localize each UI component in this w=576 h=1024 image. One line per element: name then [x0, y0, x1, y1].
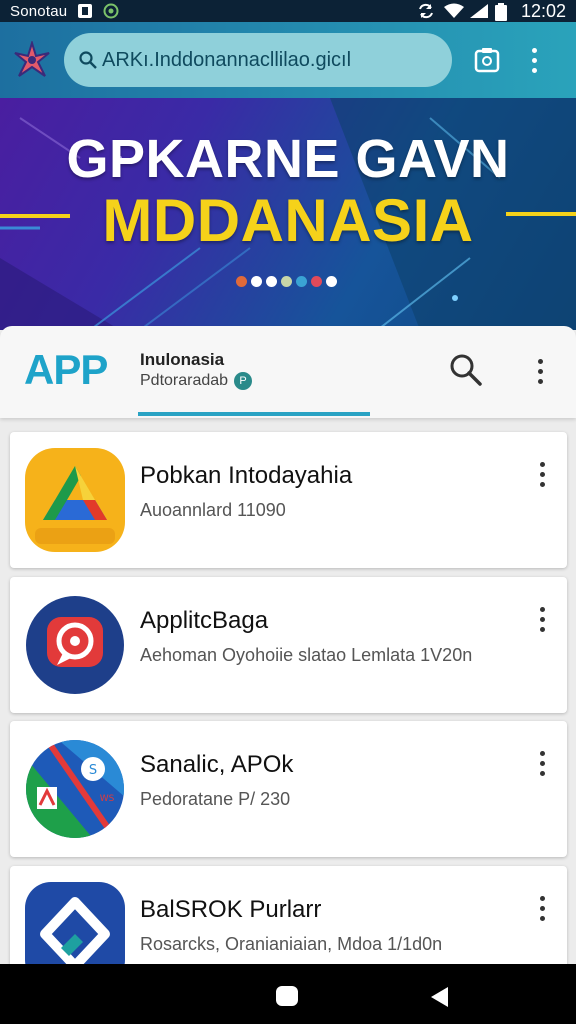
banner-title: GPKARNE GAVN: [66, 129, 510, 189]
promo-banner[interactable]: GPKARNE GAVN MDDANASIA: [0, 98, 576, 330]
url-text: ARKı.Inddonannacllilao.gicıl: [102, 48, 352, 71]
svg-text:WS: WS: [100, 794, 115, 804]
sync-icon: [417, 3, 433, 19]
tab-icon[interactable]: [466, 39, 508, 81]
app-title: Sanalic, APOk: [140, 751, 294, 778]
app-subtitle: Aehoman Oyohoiie slatao Lemlata 1V20n: [140, 645, 473, 665]
store-title: Inulonasia: [140, 350, 225, 369]
app-notification-icon: [77, 3, 93, 19]
status-bar: Sonotau 12:02: [0, 0, 576, 22]
carousel-dot[interactable]: [326, 276, 337, 287]
carousel-dot[interactable]: [266, 276, 277, 287]
battery-icon: [494, 3, 511, 21]
screen: Sonotau 12:02 ARKı.Inddonannacllilao.gic…: [0, 0, 576, 1024]
more-vert-icon[interactable]: [532, 605, 552, 633]
wifi-icon: [443, 3, 464, 19]
search-icon: [78, 50, 98, 70]
more-vert-icon[interactable]: [532, 749, 552, 777]
verified-badge-icon: P: [234, 372, 253, 390]
carousel-dot[interactable]: [296, 276, 307, 287]
app-header: APP Inulonasia Pdtoraradab P: [0, 326, 576, 418]
browser-toolbar: ARKı.Inddonannacllilao.gicıl: [0, 22, 576, 98]
google-drive-icon: [25, 448, 125, 552]
more-vert-icon[interactable]: [532, 894, 552, 922]
carousel-dot[interactable]: [251, 276, 262, 287]
tab-indicator: [138, 412, 370, 416]
more-vert-icon[interactable]: [530, 356, 550, 386]
carousel-dot[interactable]: [236, 276, 247, 287]
more-vert-icon[interactable]: [532, 460, 552, 488]
home-icon[interactable]: [276, 986, 298, 1006]
system-nav-bar: [0, 964, 576, 1024]
app-subtitle: Pedoratane P/ 230: [140, 789, 291, 809]
app-title: BalSROK Purlarr: [140, 896, 322, 923]
app-subtitle: Auoannlard 11090: [140, 500, 286, 520]
more-vert-icon[interactable]: [522, 40, 546, 80]
carousel-indicator[interactable]: [236, 276, 337, 287]
banner-highlight: MDDANASIA: [102, 187, 474, 254]
split-shortcut-icon: S WS: [25, 737, 125, 841]
svg-text:S: S: [89, 763, 97, 778]
app-title: Pobkan Intodayahia: [140, 462, 353, 489]
clock: 12:02: [520, 0, 566, 21]
search-icon[interactable]: [448, 352, 484, 393]
url-bar[interactable]: ARKı.Inddonannacllilao.gicıl: [64, 33, 452, 87]
carrier-label: Sonotau: [10, 2, 68, 20]
app-title: ApplitcBaga: [140, 607, 269, 634]
chat-bubble-icon: [25, 593, 125, 697]
app-list-item[interactable]: S WS Sanalic, APOk Pedoratane P/ 230: [10, 721, 567, 857]
browser-logo-icon[interactable]: [12, 40, 52, 80]
app-subtitle: Rosarcks, Oranianiaian, Mdoa 1/1d0n: [140, 934, 443, 954]
carousel-dot[interactable]: [311, 276, 322, 287]
carousel-dot[interactable]: [281, 276, 292, 287]
store-subtitle: Pdtoraradab P: [140, 372, 253, 390]
app-list-item[interactable]: Pobkan Intodayahia Auoannlard 11090: [10, 432, 567, 568]
store-subtitle-text: Pdtoraradab: [140, 372, 229, 389]
app-logo: APP: [24, 346, 108, 393]
back-icon[interactable]: [430, 986, 450, 1013]
signal-icon: [469, 3, 488, 19]
app-list-item[interactable]: ApplitcBaga Aehoman Oyohoiie slatao Leml…: [10, 577, 567, 713]
location-icon: [103, 3, 119, 19]
